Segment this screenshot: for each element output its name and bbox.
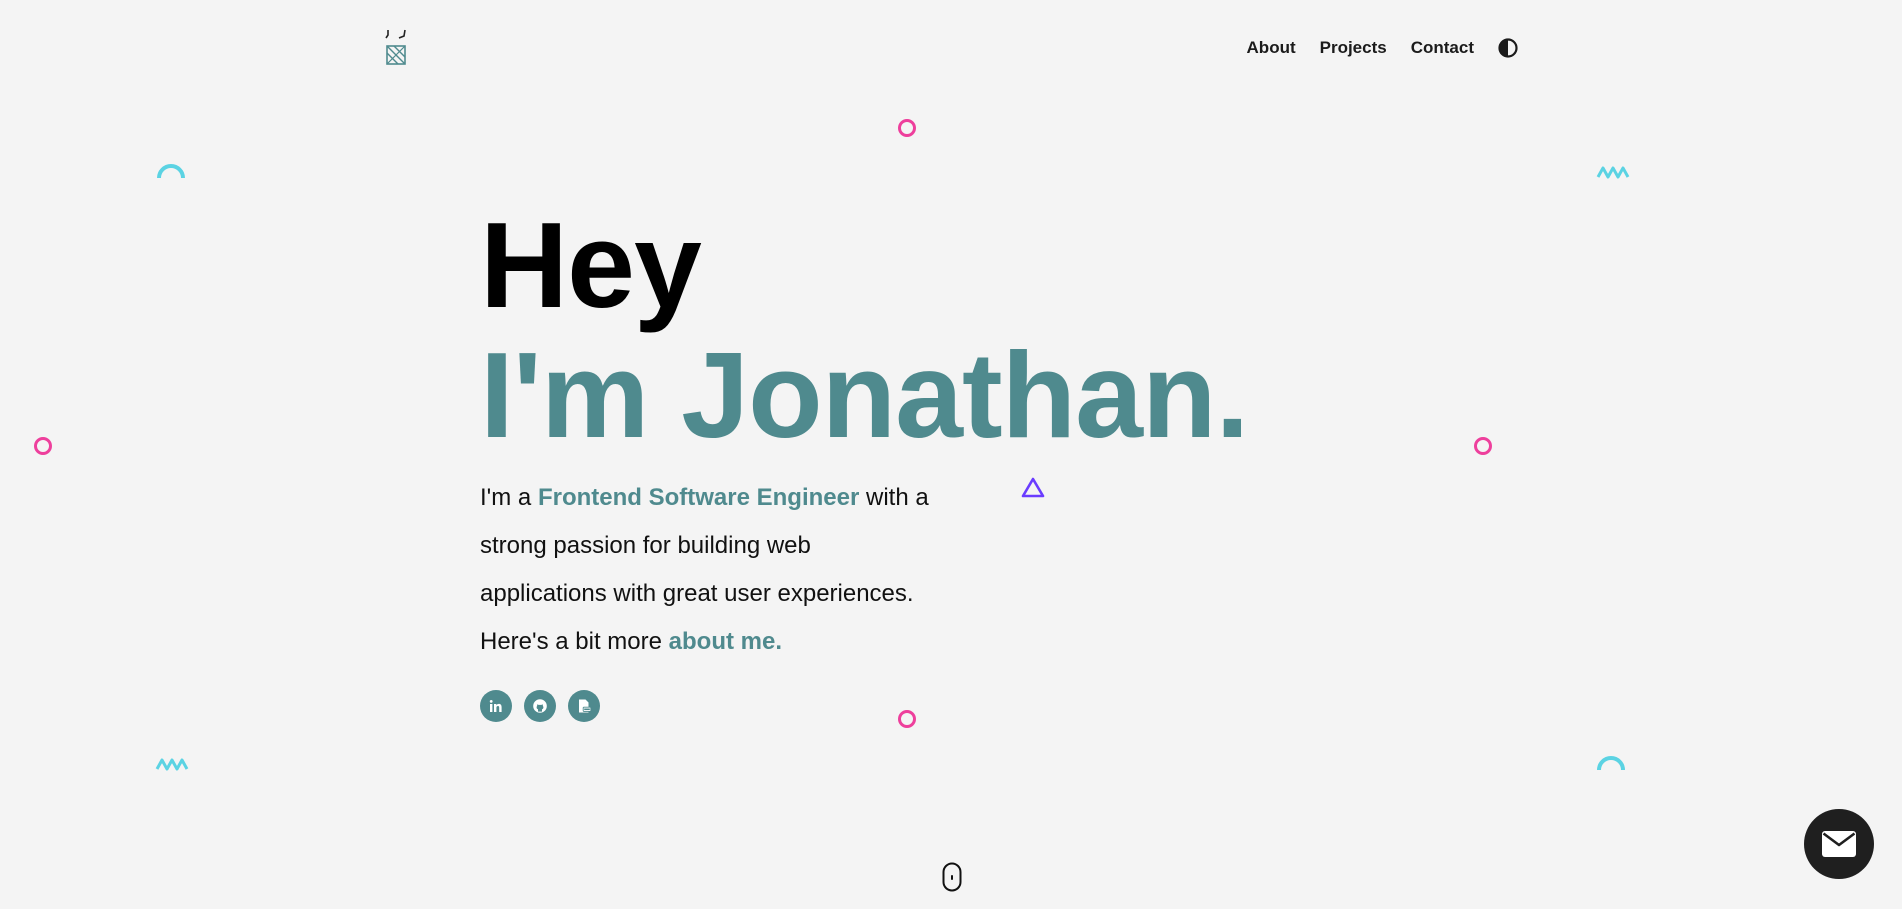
intro-prefix: I'm a — [480, 484, 538, 511]
circle-shape-icon — [34, 437, 52, 455]
zigzag-shape-icon — [155, 758, 189, 771]
nav-about-link[interactable]: About — [1247, 38, 1296, 58]
site-logo[interactable] — [384, 28, 410, 68]
contact-mail-button[interactable] — [1804, 809, 1874, 879]
resume-icon — [579, 699, 592, 713]
hero-heading: Hey I'm Jonathan. — [480, 197, 1249, 463]
main-nav: About Projects Contact — [1247, 38, 1518, 58]
circle-shape-icon — [1474, 437, 1492, 455]
logo-icon — [385, 29, 406, 65]
about-me-link[interactable]: about me. — [669, 628, 782, 655]
arc-shape-icon — [1597, 756, 1625, 771]
hero-intro: I'm a Frontend Software Engineer with a … — [480, 474, 940, 666]
circle-shape-icon — [898, 119, 916, 137]
linkedin-button[interactable] — [480, 690, 512, 722]
intro-role: Frontend Software Engineer — [537, 484, 860, 511]
linkedin-icon — [489, 700, 502, 712]
hero-greeting: Hey — [480, 197, 702, 333]
hero-name: I'm Jonathan. — [480, 327, 1249, 463]
nav-projects-link[interactable]: Projects — [1320, 38, 1387, 58]
github-icon — [533, 699, 547, 713]
mouse-scroll-icon — [942, 862, 962, 892]
zigzag-shape-icon — [1596, 166, 1630, 179]
social-links — [480, 690, 1248, 722]
hero-section: Hey I'm Jonathan. I'm a Frontend Softwar… — [480, 197, 1249, 722]
mail-icon — [1822, 831, 1856, 857]
scroll-down-indicator[interactable] — [942, 862, 962, 897]
theme-toggle-icon[interactable] — [1498, 38, 1518, 58]
arc-shape-icon — [157, 164, 185, 179]
nav-contact-link[interactable]: Contact — [1411, 38, 1474, 58]
resume-button[interactable] — [568, 690, 600, 722]
github-button[interactable] — [524, 690, 556, 722]
more-prefix: Here's a bit more — [480, 628, 669, 655]
